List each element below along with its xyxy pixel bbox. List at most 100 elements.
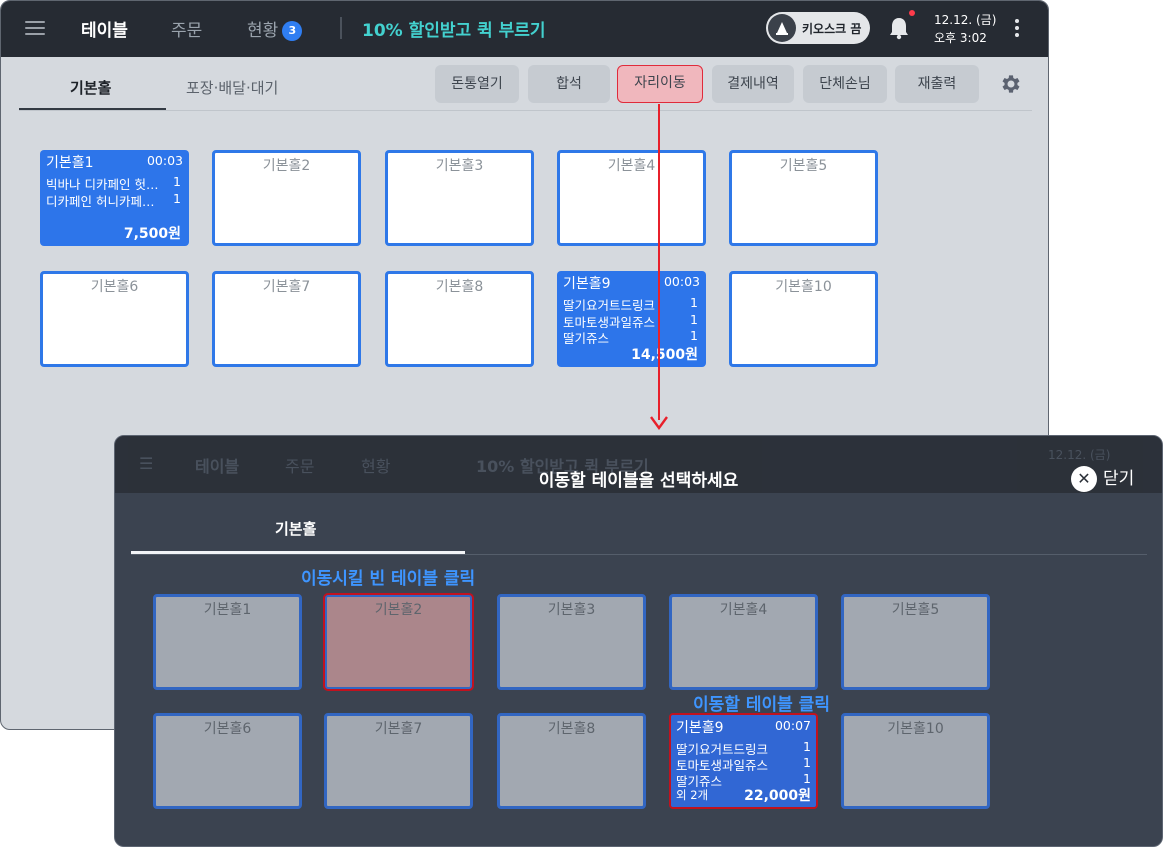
- item-name: 딸기요거트드링크: [676, 742, 769, 755]
- table-card-6[interactable]: 기본홀6: [40, 271, 189, 367]
- modal-table-3[interactable]: 기본홀3: [497, 594, 646, 690]
- close-label: 닫기: [1103, 469, 1135, 489]
- item-qty: 1: [803, 771, 811, 786]
- more-icon[interactable]: [1014, 17, 1020, 39]
- table-card-7[interactable]: 기본홀7: [212, 271, 361, 367]
- table-name: 기본홀9: [563, 276, 611, 292]
- kiosk-icon: [768, 14, 796, 42]
- table-name: 기본홀3: [435, 158, 484, 174]
- nav-status[interactable]: 현황 3: [247, 16, 303, 41]
- nav-order[interactable]: 주문: [171, 16, 202, 41]
- table-name: 기본홀7: [262, 279, 311, 295]
- status-badge: 3: [282, 21, 303, 41]
- table-name: 기본홀6: [203, 721, 252, 737]
- table-name: 기본홀10: [887, 721, 944, 737]
- nav-status-label: 현황: [247, 21, 279, 41]
- modal-table-6[interactable]: 기본홀6: [153, 713, 302, 809]
- item-qty: 1: [803, 755, 811, 770]
- tab-main-hall[interactable]: 기본홀: [70, 77, 111, 98]
- table-card-5[interactable]: 기본홀5: [729, 150, 878, 246]
- order-line: 디카페인 허니카페… 1: [46, 191, 181, 207]
- table-total: 22,000원: [744, 788, 811, 804]
- modal-tab-divider: [131, 554, 1147, 555]
- annotation-arrow: [658, 104, 660, 420]
- nav-table[interactable]: 테이블: [81, 16, 128, 41]
- order-line: 토마토생과일쥬스 1: [563, 312, 698, 328]
- table-total: 7,500원: [123, 226, 181, 242]
- item-name: 딸기쥬스: [676, 774, 723, 787]
- table-name: 기본홀4: [607, 158, 656, 174]
- table-time: 00:07: [774, 718, 811, 733]
- date-text: 12.12. (금): [934, 13, 997, 27]
- modal-table-1[interactable]: 기본홀1: [153, 594, 302, 690]
- close-button[interactable]: ✕ 닫기: [1071, 464, 1134, 492]
- item-name: 빅바나 디카페인 헛…: [46, 177, 159, 190]
- reprint-button[interactable]: 재출력: [895, 65, 979, 103]
- table-name: 기본홀2: [374, 602, 423, 618]
- modal-table-4[interactable]: 기본홀4: [669, 594, 818, 690]
- table-card-8[interactable]: 기본홀8: [385, 271, 534, 367]
- item-qty: 1: [690, 295, 698, 310]
- merge-button[interactable]: 합석: [528, 65, 610, 103]
- divider: [340, 17, 342, 39]
- order-line: 토마토생과일쥬스 1: [676, 755, 811, 771]
- table-name: 기본홀10: [775, 279, 832, 295]
- item-qty: 1: [173, 191, 181, 206]
- modal-title: 이동할 테이블을 선택하세요: [538, 471, 739, 491]
- item-name: 딸기쥬스: [563, 331, 610, 344]
- modal-table-8[interactable]: 기본홀8: [497, 713, 646, 809]
- item-qty: 1: [690, 312, 698, 327]
- tab-divider: [19, 110, 1032, 111]
- tab-takeout[interactable]: 포장·배달·대기: [186, 77, 278, 98]
- item-qty: 1: [803, 739, 811, 754]
- table-name: 기본홀5: [779, 158, 828, 174]
- modal-table-9[interactable]: 기본홀9 00:07 딸기요거트드링크 1 토마토생과일쥬스 1 딸기쥬스 1 외 2…: [669, 713, 818, 809]
- table-card-1[interactable]: 기본홀1 00:03 빅바나 디카페인 헛… 1 디카페인 허니카페… 1 7,50…: [40, 150, 189, 246]
- empty-table-hint: 이동시킬 빈 테이블 클릭: [301, 569, 476, 589]
- payment-history-button[interactable]: 결제내역: [712, 65, 794, 103]
- item-qty: 1: [690, 328, 698, 343]
- table-name: 기본홀4: [719, 602, 768, 618]
- table-name: 기본홀8: [435, 279, 484, 295]
- table-name: 기본홀3: [547, 602, 596, 618]
- table-name: 기본홀1: [46, 155, 94, 171]
- target-table-hint: 이동할 테이블 클릭: [693, 695, 830, 715]
- move-table-modal: ☰ 테이블 주문 현황 10% 할인받고 퀵 부르기 12.12. (금) 이동…: [114, 435, 1163, 847]
- table-name: 기본홀5: [891, 602, 940, 618]
- table-time: 00:03: [146, 153, 183, 168]
- table-card-3[interactable]: 기본홀3: [385, 150, 534, 246]
- table-card-10[interactable]: 기본홀10: [729, 271, 878, 367]
- extra-items: 외 2개: [676, 788, 709, 802]
- promo-link[interactable]: 10% 할인받고 퀵 부르기: [362, 16, 546, 41]
- cash-drawer-button[interactable]: 돈통열기: [435, 65, 519, 103]
- table-name: 기본홀7: [374, 721, 423, 737]
- table-name: 기본홀2: [262, 158, 311, 174]
- order-line: 빅바나 디카페인 헛… 1: [46, 174, 181, 190]
- order-line: 딸기요거트드링크 1: [676, 739, 811, 755]
- item-qty: 1: [173, 174, 181, 189]
- menu-icon[interactable]: [25, 17, 45, 39]
- table-card-2[interactable]: 기본홀2: [212, 150, 361, 246]
- move-seat-button[interactable]: 자리이동: [617, 65, 703, 103]
- gear-icon[interactable]: [999, 72, 1023, 96]
- kiosk-toggle[interactable]: 키오스크 끔: [766, 12, 870, 44]
- modal-table-2[interactable]: 기본홀2: [323, 593, 474, 691]
- time-text: 오후 3:02: [934, 31, 987, 45]
- table-card-9[interactable]: 기본홀9 00:03 딸기요거트드링크 1 토마토생과일쥬스 1 딸기쥬스 1 14,…: [557, 271, 706, 367]
- modal-table-10[interactable]: 기본홀10: [841, 713, 990, 809]
- datetime: 12.12. (금) 오후 3:02: [934, 11, 996, 47]
- table-total: 14,500원: [631, 347, 698, 363]
- arrow-head-icon: [650, 416, 668, 430]
- table-name: 기본홀8: [547, 721, 596, 737]
- modal-tab-main-hall[interactable]: 기본홀: [275, 518, 316, 539]
- top-bar: 테이블 주문 현황 3 10% 할인받고 퀵 부르기 키오스크 끔 12.12. …: [1, 1, 1048, 57]
- modal-table-7[interactable]: 기본홀7: [324, 713, 473, 809]
- notification-dot: [909, 10, 915, 16]
- item-name: 디카페인 허니카페…: [46, 194, 155, 207]
- group-guest-button[interactable]: 단체손님: [803, 65, 887, 103]
- order-line: 딸기쥬스 1: [563, 328, 698, 344]
- modal-table-5[interactable]: 기본홀5: [841, 594, 990, 690]
- bell-icon[interactable]: [888, 16, 910, 40]
- item-name: 토마토생과일쥬스: [676, 758, 769, 771]
- table-card-4[interactable]: 기본홀4: [557, 150, 706, 246]
